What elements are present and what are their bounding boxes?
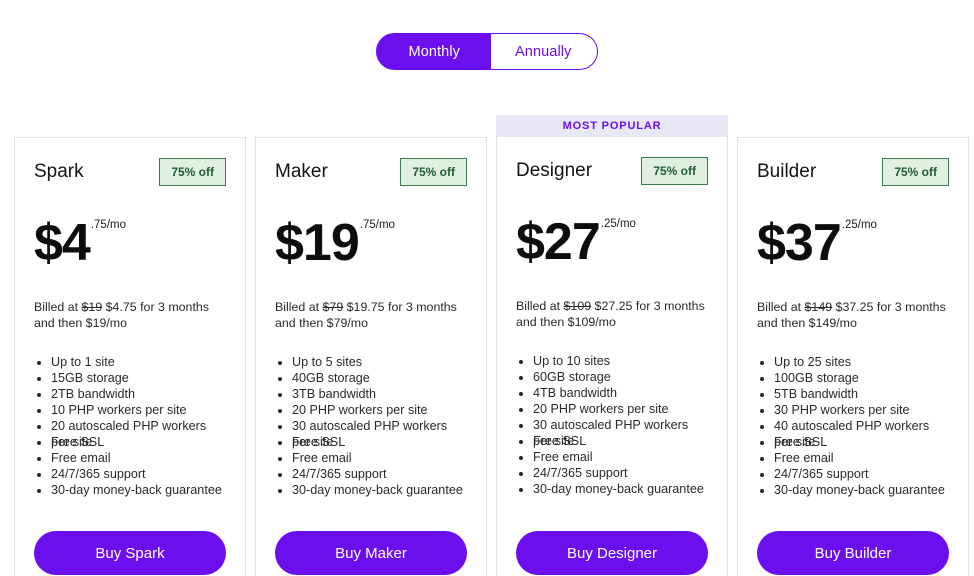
billing-note: Billed at $19 $4.75 for 3 months and the…	[34, 299, 226, 331]
billing-note: Billed at $79 $19.75 for 3 months and th…	[275, 299, 467, 331]
feature-item: 30 PHP workers per site	[774, 402, 949, 418]
feature-item: 10 PHP workers per site	[51, 402, 226, 418]
billing-period-toggle[interactable]: Monthly Annually	[375, 33, 599, 70]
price-amount: $4	[34, 214, 91, 272]
plan-card-body: Builder 75% off $37.25/mo Billed at $149 $3…	[737, 137, 969, 576]
feature-list: Up to 25 sites100GB storage5TB bandwidth…	[757, 354, 949, 498]
feature-item: 20 autoscaled PHP workers per site	[51, 418, 226, 449]
plan-card-designer: MOST POPULAR Designer 75% off $27.25/mo Bill…	[496, 115, 728, 576]
feature-item: Free SSL	[533, 433, 708, 449]
feature-item: 30-day money-back guarantee	[533, 481, 708, 497]
price-cents-period: .75/mo	[359, 219, 395, 231]
feature-item: 30 autoscaled PHP workers per site	[533, 417, 708, 448]
feature-item: 30-day money-back guarantee	[292, 482, 467, 498]
plan-price: $4.75/mo	[34, 217, 226, 275]
billing-note-original-price: $79	[322, 300, 344, 314]
price-amount: $19	[275, 214, 360, 272]
feature-item: 100GB storage	[774, 370, 949, 386]
billing-toggle-monthly[interactable]: Monthly	[375, 33, 492, 70]
feature-item: Up to 1 site	[51, 354, 226, 370]
billing-note-prefix: Billed at	[34, 300, 82, 314]
feature-item: Free email	[533, 449, 708, 465]
feature-item: Up to 10 sites	[533, 353, 708, 369]
price-cents-period: .75/mo	[90, 219, 127, 231]
feature-item: Up to 25 sites	[774, 354, 949, 370]
plan-name: Spark	[34, 161, 84, 182]
feature-item: Up to 5 sites	[292, 354, 467, 370]
feature-item: 2TB bandwidth	[51, 386, 226, 402]
feature-item: Free email	[292, 450, 467, 466]
feature-item: 40GB storage	[292, 370, 467, 386]
plan-price: $37.25/mo	[757, 217, 949, 275]
plan-card-maker: Maker 75% off $19.75/mo Billed at $79 $19.7…	[255, 115, 487, 576]
plan-card-header: Spark 75% off	[34, 158, 226, 190]
plan-card-grid: Spark 75% off $4.75/mo Billed at $19 $4.75 …	[14, 115, 969, 576]
billing-note-original-price: $109	[563, 299, 592, 313]
feature-item: 40 autoscaled PHP workers per site	[774, 418, 949, 449]
feature-item: 30-day money-back guarantee	[51, 482, 226, 498]
plan-price: $27.25/mo	[516, 216, 708, 274]
buy-button-builder[interactable]: Buy Builder	[757, 531, 949, 575]
plan-card-header: Designer 75% off	[516, 157, 708, 189]
plan-card-header: Maker 75% off	[275, 158, 467, 190]
billing-note: Billed at $109 $27.25 for 3 months and t…	[516, 298, 708, 330]
feature-item: 20 PHP workers per site	[533, 401, 708, 417]
feature-item: 24/7/365 support	[292, 466, 467, 482]
plan-name: Maker	[275, 161, 328, 182]
feature-list: Up to 10 sites60GB storage4TB bandwidth2…	[516, 353, 708, 497]
billing-note-prefix: Billed at	[275, 300, 323, 314]
billing-toggle-annually[interactable]: Annually	[491, 33, 599, 70]
plan-name: Builder	[757, 161, 817, 182]
plan-card-spark: Spark 75% off $4.75/mo Billed at $19 $4.75 …	[14, 115, 246, 576]
buy-button-maker[interactable]: Buy Maker	[275, 531, 467, 575]
plan-card-body: Designer 75% off $27.25/mo Billed at $109 $…	[496, 137, 728, 576]
feature-item: 24/7/365 support	[533, 465, 708, 481]
feature-item: Free SSL	[292, 434, 467, 450]
price-amount: $37	[757, 214, 842, 272]
price-cents-period: .25/mo	[841, 219, 877, 231]
discount-badge: 75% off	[641, 157, 708, 185]
buy-button-designer[interactable]: Buy Designer	[516, 531, 708, 575]
discount-badge: 75% off	[882, 158, 949, 186]
billing-note-original-price: $19	[81, 300, 103, 314]
plan-card-builder: Builder 75% off $37.25/mo Billed at $149 $3…	[737, 115, 969, 576]
feature-item: 20 PHP workers per site	[292, 402, 467, 418]
plan-name: Designer	[516, 160, 593, 181]
feature-item: 15GB storage	[51, 370, 226, 386]
feature-item: 5TB bandwidth	[774, 386, 949, 402]
plan-card-header: Builder 75% off	[757, 158, 949, 190]
feature-item: 4TB bandwidth	[533, 385, 708, 401]
feature-item: Free SSL	[51, 434, 226, 450]
feature-item: Free SSL	[774, 434, 949, 450]
pricing-page: Monthly Annually Spark 75% off $4.75/mo Bil…	[0, 0, 974, 576]
discount-badge: 75% off	[159, 158, 226, 186]
feature-list: Up to 5 sites40GB storage3TB bandwidth20…	[275, 354, 467, 498]
feature-item: 30-day money-back guarantee	[774, 482, 949, 498]
feature-item: Free email	[51, 450, 226, 466]
feature-item: 24/7/365 support	[51, 466, 226, 482]
plan-card-body: Maker 75% off $19.75/mo Billed at $79 $19.7…	[255, 137, 487, 576]
buy-button-spark[interactable]: Buy Spark	[34, 531, 226, 575]
feature-item: 30 autoscaled PHP workers per site	[292, 418, 467, 449]
billing-note: Billed at $149 $37.25 for 3 months and t…	[757, 299, 949, 331]
price-cents-period: .25/mo	[600, 218, 636, 230]
billing-note-original-price: $149	[804, 300, 833, 314]
billing-period-toggle-wrap: Monthly Annually	[0, 33, 974, 70]
feature-item: 60GB storage	[533, 369, 708, 385]
most-popular-banner: MOST POPULAR	[496, 115, 728, 137]
billing-note-prefix: Billed at	[516, 299, 564, 313]
price-amount: $27	[516, 213, 601, 271]
plan-card-body: Spark 75% off $4.75/mo Billed at $19 $4.75 …	[14, 137, 246, 576]
plan-price: $19.75/mo	[275, 217, 467, 275]
feature-list: Up to 1 site15GB storage2TB bandwidth10 …	[34, 354, 226, 498]
feature-item: Free email	[774, 450, 949, 466]
discount-badge: 75% off	[400, 158, 467, 186]
feature-item: 24/7/365 support	[774, 466, 949, 482]
feature-item: 3TB bandwidth	[292, 386, 467, 402]
billing-note-prefix: Billed at	[757, 300, 805, 314]
